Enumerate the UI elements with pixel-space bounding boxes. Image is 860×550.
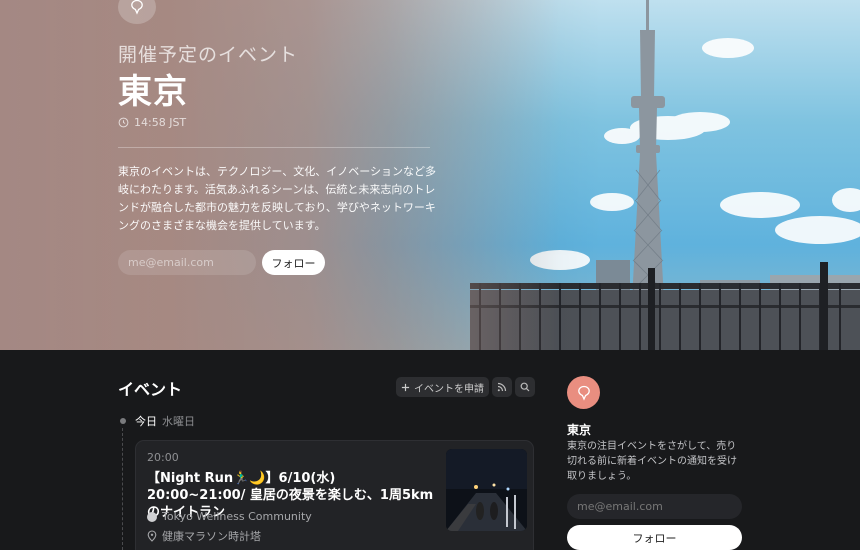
- event-host-name: Tokyo Wellness Community: [162, 510, 312, 523]
- clock-icon: [118, 117, 129, 128]
- email-input[interactable]: [118, 250, 256, 275]
- time-text: 14:58 JST: [134, 116, 187, 129]
- rss-button[interactable]: [492, 377, 512, 397]
- map-pin-icon: [147, 530, 157, 542]
- plus-icon: [401, 383, 410, 391]
- night-run-photo: [446, 449, 527, 531]
- balloon-pin-icon: [131, 0, 143, 15]
- sidebar-city-title: 東京: [567, 423, 592, 437]
- submit-event-button[interactable]: イベントを申請: [396, 377, 489, 397]
- event-location-name: 健康マラソン時計塔: [162, 530, 261, 543]
- event-host: Tokyo Wellness Community: [147, 510, 312, 523]
- rss-icon: [497, 382, 507, 392]
- sidebar-follow-button[interactable]: フォロー: [567, 525, 742, 550]
- day-today: 今日: [135, 415, 157, 428]
- balloon-pin-icon: [577, 385, 590, 401]
- day-weekday: 水曜日: [162, 415, 195, 428]
- event-card[interactable]: 20:00 【Night Run🏃‍♂️🌙】6/10(水) 20:00~21:0…: [135, 440, 534, 550]
- city-description: 東京のイベントは、テクノロジー、文化、イノベーションなど多岐にわたります。活気あ…: [118, 165, 437, 232]
- event-location: 健康マラソン時計塔: [147, 528, 261, 544]
- search-icon: [520, 382, 530, 392]
- page-title: 東京: [118, 72, 188, 112]
- hero-subtitle: 開催予定のイベント: [118, 44, 299, 66]
- day-header: 今日 水曜日: [135, 413, 195, 429]
- hero-banner: 開催予定のイベント 東京 14:58 JST 東京のイベントは、テクノロジー、文…: [0, 0, 860, 350]
- divider: [118, 147, 430, 148]
- events-heading: イベント: [118, 380, 183, 399]
- timeline-dot: [120, 418, 126, 424]
- event-time: 20:00: [147, 451, 179, 464]
- follow-button[interactable]: フォロー: [262, 250, 325, 275]
- timeline-line: [122, 428, 123, 550]
- sidebar-description: 東京の注目イベントをさがして、売り切れる前に新着イベントの通知を受け取りましょう…: [567, 441, 737, 482]
- sidebar-city-icon: [567, 376, 600, 409]
- event-thumbnail[interactable]: [446, 449, 527, 531]
- search-button[interactable]: [515, 377, 535, 397]
- local-time: 14:58 JST: [118, 116, 186, 129]
- sidebar-email-input[interactable]: [567, 494, 742, 519]
- submit-event-label: イベントを申請: [414, 383, 484, 395]
- host-avatar: [147, 511, 157, 522]
